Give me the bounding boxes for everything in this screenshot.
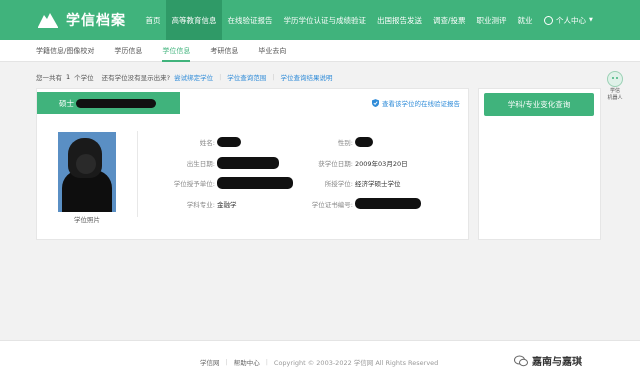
degree-type-value: 经济学硕士学位 — [355, 180, 401, 188]
degree-count: 1 — [66, 73, 71, 81]
redacted-degree-title — [76, 98, 156, 108]
main-nav: 首页 高等教育信息 在线验证报告 学历学位认证与成绩验证 出国报告发送 调查/投… — [140, 0, 538, 40]
logo-book-icon — [36, 11, 60, 29]
sub-navigation-bar: 学籍信息/图像校对 学历信息 学位信息 考研信息 毕业去向 — [0, 40, 640, 62]
redacted-certificate-number — [355, 198, 421, 209]
bind-degree-link[interactable]: 尝试绑定学位 — [174, 72, 213, 82]
degree-photo — [58, 132, 116, 212]
nav-item-career-test[interactable]: 职业测评 — [471, 0, 512, 40]
nav-item-survey[interactable]: 调查/投票 — [428, 0, 472, 40]
user-center-menu[interactable]: 个人中心 ▼ — [544, 15, 593, 26]
field-birth-date: 出生日期: — [167, 157, 279, 169]
footer-link-help[interactable]: 帮助中心 — [234, 357, 260, 367]
divider: | — [225, 358, 228, 366]
redacted-institution — [217, 177, 293, 189]
certificate-number-label: 学位证书编号: — [311, 200, 353, 209]
tab-postgraduate-exam[interactable]: 考研信息 — [210, 40, 238, 62]
watermark-text: 嘉南与嘉琪 — [532, 357, 582, 368]
vertical-divider — [137, 131, 138, 217]
tab-degree[interactable]: 学位信息 — [162, 40, 191, 62]
tab-graduation-destination[interactable]: 毕业去向 — [258, 40, 286, 62]
tab-student-status[interactable]: 学籍信息/图像校对 — [36, 40, 94, 62]
degree-card-header: 硕士 查看该学位的在线验证报告 — [37, 92, 470, 114]
robot-icon — [607, 71, 623, 87]
degree-info-card: 硕士 查看该学位的在线验证报告 学位照片 姓名: 性别: 出生日期: 获学位日期… — [36, 88, 469, 240]
query-scope-link[interactable]: 学位查询范围 — [227, 72, 266, 82]
user-center-label: 个人中心 — [556, 15, 587, 25]
field-award-date: 获学位日期: 2009年03月20日 — [305, 158, 408, 168]
awarding-institution-label: 学位授予单位: — [173, 180, 215, 188]
birth-date-label: 出生日期: — [186, 160, 215, 168]
footer-link-chsi[interactable]: 学信网 — [200, 357, 220, 367]
field-degree-type: 所授学位: 经济学硕士学位 — [305, 178, 401, 188]
robot-label-line2: 机器人 — [607, 95, 623, 101]
query-result-explanation-link[interactable]: 学位查询结果说明 — [281, 72, 333, 82]
nav-item-higher-education[interactable]: 高等教育信息 — [166, 0, 222, 40]
divider: | — [272, 73, 275, 81]
redacted-gender — [355, 137, 373, 147]
user-icon — [544, 15, 554, 25]
footer-links: 学信网 | 帮助中心 | Copyright © 2003-2022 学信网 A… — [200, 357, 438, 367]
major-label: 学科专业: — [186, 201, 215, 209]
top-navigation-bar: 学信档案 首页 高等教育信息 在线验证报告 学历学位认证与成绩验证 出国报告发送… — [0, 0, 640, 40]
redacted-name — [217, 137, 241, 147]
verify-link-label: 查看该学位的在线验证报告 — [382, 100, 460, 108]
field-awarding-institution: 学位授予单位: — [167, 177, 293, 189]
nav-item-home[interactable]: 首页 — [140, 0, 166, 40]
major-change-query-button[interactable]: 学科/专业变化查询 — [484, 93, 594, 116]
photo-caption: 学位照片 — [74, 216, 100, 224]
field-certificate-number: 学位证书编号: — [305, 198, 421, 209]
logo-text: 学信档案 — [66, 13, 126, 29]
robot-label-line1: 学信 — [609, 88, 620, 94]
wechat-icon — [514, 355, 528, 366]
divider: | — [265, 358, 268, 366]
award-date-label: 获学位日期: — [318, 160, 353, 168]
page-footer: 学信网 | 帮助中心 | Copyright © 2003-2022 学信网 A… — [0, 340, 640, 379]
count-suffix: 个学位 — [74, 74, 94, 82]
wechat-watermark: 嘉南与嘉琪 — [514, 353, 582, 368]
degree-level: 硕士 — [59, 98, 74, 108]
nav-item-overseas-report[interactable]: 出国报告发送 — [372, 0, 428, 40]
nav-item-employment[interactable]: 就业 — [512, 0, 538, 40]
xuexin-robot-widget[interactable]: 学信 机器人 — [604, 71, 626, 101]
degree-count-bar: 您一共有 1 个学位 还有学位没有显示出来? 尝试绑定学位 | 学位查询范围 |… — [36, 72, 333, 82]
tab-education[interactable]: 学历信息 — [114, 40, 142, 62]
major-value: 金融学 — [217, 201, 237, 209]
view-verification-report-link[interactable]: 查看该学位的在线验证报告 — [372, 98, 460, 108]
copyright-text: Copyright © 2003-2022 学信网 All Rights Res… — [273, 359, 439, 367]
degree-photo-box: 学位照片 — [57, 132, 117, 224]
field-name: 姓名: — [167, 137, 241, 147]
redacted-birth-date — [217, 157, 279, 169]
award-date-value: 2009年03月20日 — [355, 160, 408, 168]
degree-type-label: 所授学位: — [324, 180, 353, 188]
name-label: 姓名: — [199, 139, 215, 147]
side-panel: 学科/专业变化查询 — [478, 88, 601, 240]
divider: | — [219, 73, 222, 81]
count-prefix: 您一共有 — [36, 74, 62, 82]
field-gender: 性别: — [305, 137, 373, 147]
nav-item-certification[interactable]: 学历学位认证与成绩验证 — [278, 0, 372, 40]
missing-degree-question: 还有学位没有显示出来? — [101, 74, 171, 82]
nav-item-online-verification[interactable]: 在线验证报告 — [222, 0, 278, 40]
shield-icon — [372, 99, 379, 107]
field-major: 学科专业: 金融学 — [167, 199, 237, 209]
site-logo[interactable]: 学信档案 — [36, 10, 136, 30]
caret-down-icon: ▼ — [589, 17, 593, 23]
degree-title-tag: 硕士 — [37, 92, 180, 114]
gender-label: 性别: — [337, 139, 353, 147]
